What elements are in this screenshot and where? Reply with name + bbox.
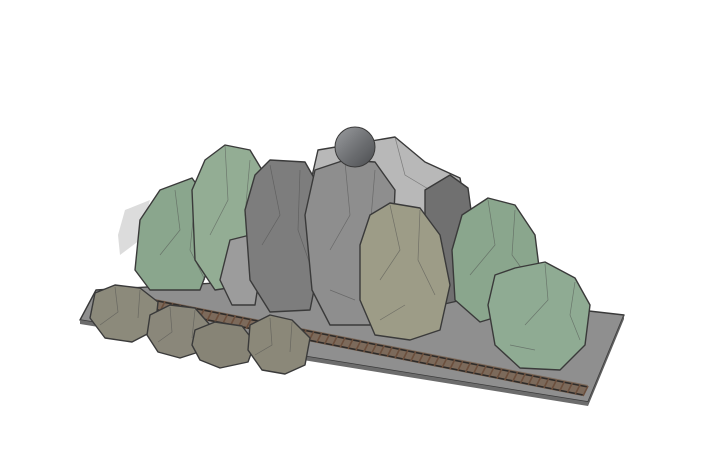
3d-viewport[interactable] [0, 0, 725, 453]
sphere[interactable] [334, 126, 376, 168]
scene-canvas[interactable] [0, 0, 725, 453]
sphere-body [334, 126, 376, 168]
